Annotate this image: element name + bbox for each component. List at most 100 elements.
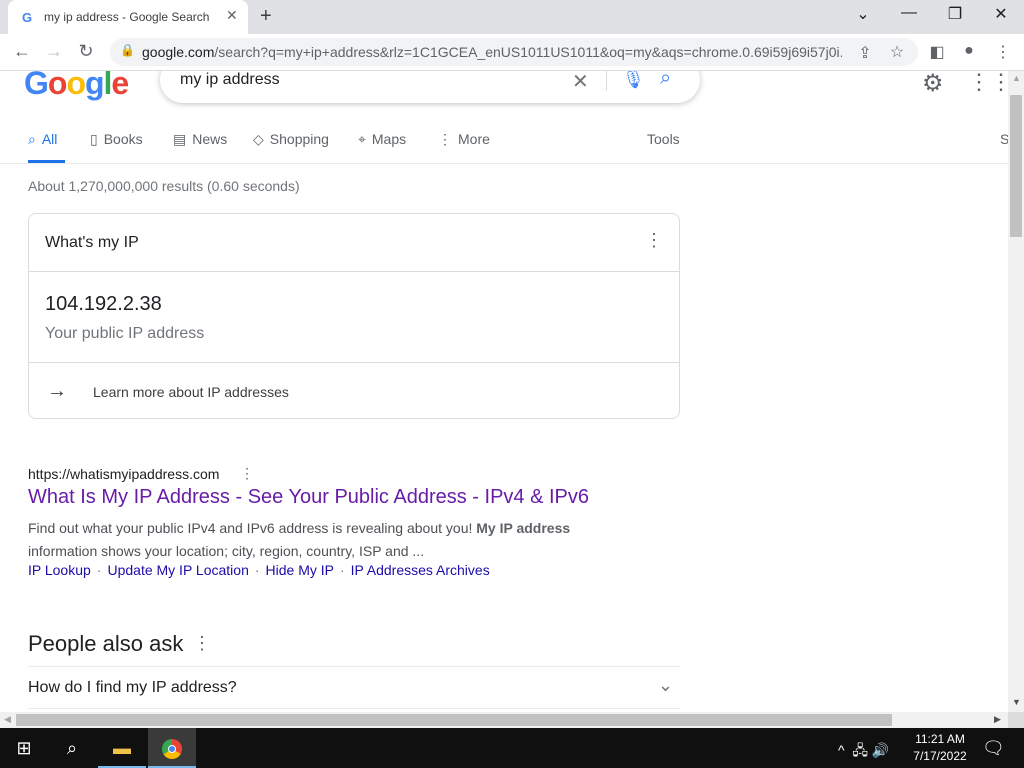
result-url[interactable]: https://whatismyipaddress.com	[28, 466, 219, 482]
sitelink[interactable]: IP Addresses Archives	[351, 562, 490, 578]
tab-books[interactable]: ▯ Books	[90, 131, 143, 148]
scroll-up-arrow-icon[interactable]: ▲	[1012, 73, 1021, 83]
restore-button[interactable]: ❐	[940, 4, 970, 24]
more-vert-icon: ⋮	[438, 131, 452, 147]
reload-button[interactable]: ↻	[74, 41, 98, 62]
horizontal-scrollbar[interactable]: ◀ ▶	[0, 712, 1008, 728]
bookmark-star-icon[interactable]: ☆	[886, 42, 908, 62]
chevron-down-icon[interactable]: ⌄	[658, 675, 673, 696]
ip-address-value: 104.192.2.38	[45, 293, 162, 315]
volume-icon[interactable]: 🔊	[872, 742, 889, 758]
card-divider	[29, 362, 679, 363]
clock-time: 11:21 AM	[915, 732, 965, 746]
scroll-down-arrow-icon[interactable]: ▼	[1012, 697, 1021, 707]
search-icon[interactable]: ⌕	[660, 71, 671, 90]
tab-all[interactable]: ⌕ All	[28, 131, 57, 148]
network-icon[interactable]: 🖧	[852, 742, 868, 758]
vertical-scroll-thumb[interactable]	[1010, 95, 1022, 237]
tab-label: More	[458, 131, 490, 147]
tabs-divider	[0, 163, 1008, 164]
snippet-text: Find out what your public IPv4 and IPv6 …	[28, 520, 477, 536]
card-divider	[29, 271, 679, 272]
paa-divider	[28, 708, 680, 709]
page-viewport: Google my ip address ✕ 🎙 ⌕ ⚙ ⋮⋮ ⌕ All ▯ Bo…	[0, 71, 1008, 712]
profile-avatar-icon[interactable]: ●	[958, 42, 980, 60]
newspaper-icon: ▤	[173, 131, 187, 147]
people-also-ask-heading: People also ask	[28, 631, 184, 656]
browser-tab[interactable]: G my ip address - Google Search ✕	[8, 0, 248, 34]
taskbar-clock[interactable]: 11:21 AM 7/17/2022	[906, 731, 974, 765]
paa-more-icon[interactable]: ⋮	[193, 633, 211, 654]
sitelink[interactable]: Update My IP Location	[107, 562, 248, 578]
card-more-icon[interactable]: ⋮	[645, 230, 663, 251]
tab-maps[interactable]: ⌖ Maps	[358, 131, 406, 148]
result-stats: About 1,270,000,000 results (0.60 second…	[28, 178, 300, 194]
horizontal-scroll-thumb[interactable]	[16, 714, 892, 726]
safesearch-button[interactable]: S	[1000, 131, 1008, 147]
sitelink-separator: ·	[340, 562, 345, 578]
tab-news[interactable]: ▤ News	[173, 131, 227, 148]
minimize-button[interactable]: —	[894, 4, 924, 22]
file-explorer-icon[interactable]: ▬	[98, 728, 146, 768]
side-panel-icon[interactable]: ◧	[926, 42, 948, 62]
url-path: /search?q=my+ip+address&rlz=1C1GCEA_enUS…	[214, 44, 842, 60]
address-bar[interactable]: 🔒 google.com/search?q=my+ip+address&rlz=…	[110, 38, 918, 66]
google-favicon-icon: G	[22, 10, 33, 25]
chrome-menu-icon[interactable]: ⋮	[992, 42, 1014, 62]
share-icon[interactable]: ⇪	[854, 43, 876, 63]
tab-label: Shopping	[269, 131, 329, 147]
clear-search-icon[interactable]: ✕	[572, 71, 589, 94]
tab-label: Books	[103, 131, 143, 147]
title-bar: G my ip address - Google Search ✕ + ⌄ — …	[0, 0, 1024, 34]
result-more-icon[interactable]: ⋮	[240, 465, 254, 482]
map-pin-icon: ⌖	[358, 131, 366, 147]
sitelink[interactable]: IP Lookup	[28, 562, 91, 578]
learn-more-link[interactable]: Learn more about IP addresses	[93, 384, 289, 400]
tab-label: News	[192, 131, 228, 147]
microphone-icon[interactable]: 🎙	[622, 71, 645, 90]
windows-taskbar: ⊞ ⌕ ▬ ^ 🖧 🔊 11:21 AM 7/17/2022 🗨	[0, 728, 1024, 768]
clock-date: 7/17/2022	[913, 749, 967, 763]
chrome-taskbar-icon[interactable]	[148, 728, 196, 768]
scrollbar-corner	[1008, 712, 1024, 728]
result-title-link[interactable]: What Is My IP Address - See Your Public …	[28, 486, 589, 509]
search-icon: ⌕	[28, 131, 36, 147]
sitelinks: IP Lookup · Update My IP Location · Hide My …	[28, 562, 490, 578]
paa-question[interactable]: How do I find my IP address?	[28, 679, 237, 697]
sitelink-separator: ·	[254, 562, 260, 578]
scroll-right-arrow-icon[interactable]: ▶	[994, 714, 1001, 725]
lock-icon[interactable]: 🔒	[120, 43, 135, 57]
book-icon: ▯	[90, 131, 98, 147]
search-box[interactable]: my ip address ✕ 🎙 ⌕	[160, 71, 700, 103]
google-apps-icon[interactable]: ⋮⋮	[968, 71, 1008, 95]
forward-button[interactable]: →	[42, 41, 66, 62]
sitelink[interactable]: Hide My IP	[266, 562, 334, 578]
settings-gear-icon[interactable]: ⚙	[922, 71, 944, 98]
arrow-right-icon[interactable]: →	[47, 380, 67, 403]
new-tab-button[interactable]: +	[260, 5, 272, 28]
back-button[interactable]: ←	[10, 41, 34, 62]
tab-close-icon[interactable]: ✕	[226, 7, 238, 24]
browser-toolbar: ← → ↻ 🔒 google.com/search?q=my+ip+addres…	[0, 34, 1024, 71]
search-input[interactable]: my ip address	[180, 71, 280, 89]
tray-chevron-up-icon[interactable]: ^	[838, 742, 845, 758]
tools-button[interactable]: Tools	[647, 131, 680, 147]
windows-start-icon[interactable]: ⊞	[0, 728, 48, 768]
vertical-scrollbar[interactable]: ▲ ▼	[1008, 71, 1024, 712]
tab-shopping[interactable]: ◇ Shopping	[253, 131, 329, 148]
sitelink-separator: ·	[96, 562, 102, 578]
tab-search-chevron-icon[interactable]: ⌄	[848, 4, 878, 24]
url-text[interactable]: google.com/search?q=my+ip+address&rlz=1C…	[142, 44, 842, 60]
tab-title: my ip address - Google Search	[44, 10, 210, 24]
close-window-button[interactable]: ✕	[986, 4, 1016, 24]
chrome-logo-icon	[162, 739, 182, 760]
tab-more[interactable]: ⋮ More	[438, 131, 490, 148]
scroll-left-arrow-icon[interactable]: ◀	[4, 714, 11, 725]
search-tabs: ⌕ All ▯ Books ▤ News ◇ Shopping ⌖ Maps ⋮ More …	[28, 131, 1008, 163]
snippet-text: information shows your location; city, r…	[28, 543, 425, 559]
google-logo[interactable]: Google	[24, 71, 129, 102]
tab-label: Maps	[371, 131, 407, 147]
search-icon[interactable]: ⌕	[48, 728, 96, 768]
system-tray: ^ 🖧 🔊	[838, 740, 889, 764]
notification-icon[interactable]: 🗨	[982, 738, 1005, 759]
